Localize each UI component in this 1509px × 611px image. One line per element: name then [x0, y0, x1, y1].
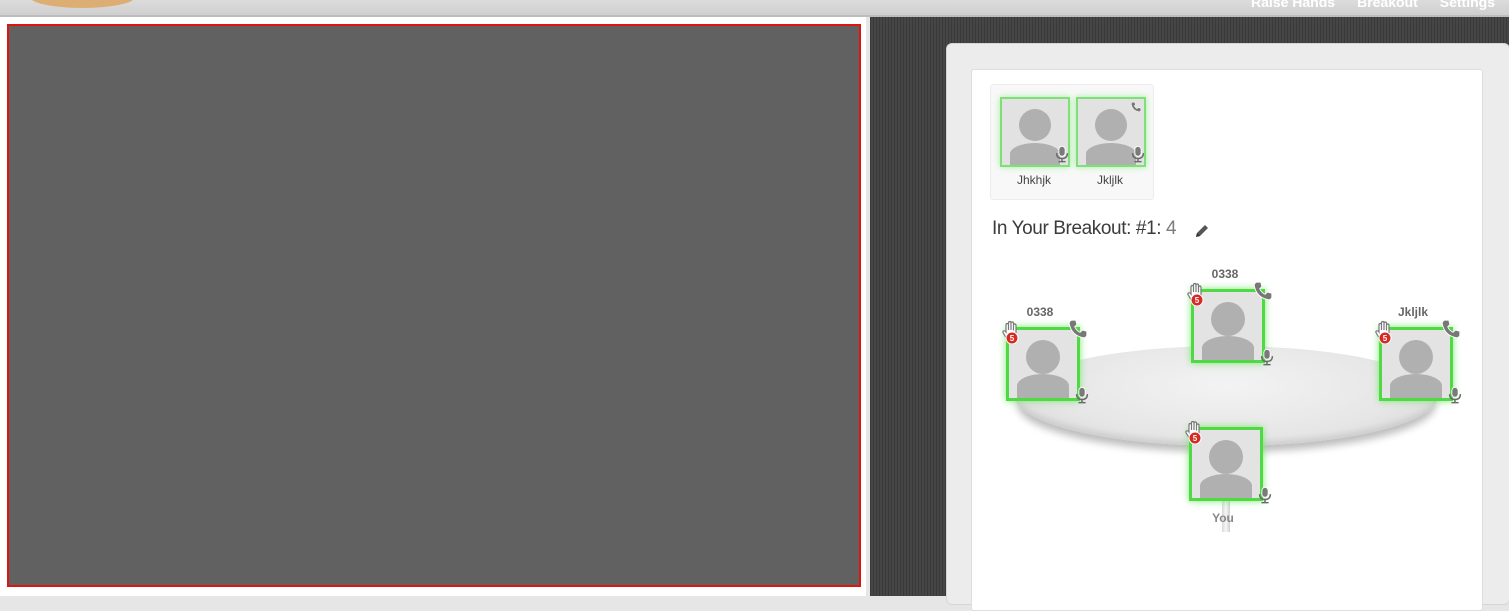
- participant-avatar[interactable]: 5: [1379, 327, 1453, 401]
- participant-name: Jkljlk: [1097, 173, 1123, 187]
- participant-avatar[interactable]: 5: [1189, 427, 1263, 501]
- breakout-label: In Your Breakout:: [992, 218, 1131, 239]
- breakout-panel-content: Jhkhjk Jkljlk In Your Breakout: #1: 4 03…: [971, 69, 1483, 611]
- avatar-head: [1026, 340, 1060, 374]
- participant-avatar[interactable]: 5: [1006, 327, 1080, 401]
- hand-count: 5: [1010, 334, 1015, 343]
- raise-hand-icon: 5: [1001, 320, 1019, 344]
- seat[interactable]: 0338 5: [1187, 267, 1263, 363]
- breakout-menu-item[interactable]: Breakout: [1357, 0, 1418, 10]
- avatar-head: [1211, 302, 1245, 336]
- avatar-head: [1209, 440, 1243, 474]
- mic-icon[interactable]: [1053, 145, 1071, 163]
- raise-hands-menu-item[interactable]: Raise Hands: [1251, 0, 1335, 10]
- hand-count: 5: [1193, 434, 1198, 443]
- participant-avatar[interactable]: [1000, 97, 1070, 167]
- settings-menu-item[interactable]: Settings: [1440, 0, 1495, 10]
- breakout-panel: Jhkhjk Jkljlk In Your Breakout: #1: 4 03…: [946, 43, 1509, 611]
- video-stage[interactable]: [7, 24, 861, 587]
- phone-icon: [1130, 101, 1142, 113]
- breakout-heading: In Your Breakout: #1: 4: [992, 218, 1177, 240]
- seat[interactable]: 0338 5: [1002, 305, 1078, 401]
- top-nav: Raise Hands Breakout Settings: [1251, 0, 1495, 10]
- participant-card[interactable]: Jhkhjk: [1000, 97, 1070, 187]
- seat-you[interactable]: 5 You: [1185, 427, 1261, 527]
- mic-icon[interactable]: [1073, 386, 1091, 404]
- mic-icon[interactable]: [1256, 486, 1274, 504]
- breakout-pane: Jhkhjk Jkljlk In Your Breakout: #1: 4 03…: [870, 17, 1509, 611]
- participant-avatar[interactable]: 5: [1191, 289, 1265, 363]
- avatar-body: [1202, 336, 1254, 360]
- participant-avatar[interactable]: [1076, 97, 1146, 167]
- top-toolbar: Raise Hands Breakout Settings: [0, 0, 1509, 17]
- seat-name: You: [1212, 511, 1234, 525]
- phone-icon[interactable]: [1252, 280, 1274, 302]
- hand-count: 5: [1195, 296, 1200, 305]
- phone-icon[interactable]: [1067, 318, 1089, 340]
- raise-hand-icon: 5: [1184, 420, 1202, 444]
- breakout-participant-count: 4: [1166, 218, 1177, 239]
- raise-hand-icon: 5: [1374, 320, 1392, 344]
- hand-count: 5: [1383, 334, 1388, 343]
- seat[interactable]: Jkljlk 5: [1375, 305, 1451, 401]
- participant-card[interactable]: Jkljlk: [1076, 97, 1146, 187]
- avatar-head: [1399, 340, 1433, 374]
- breakout-room-number: #1: [1135, 218, 1157, 239]
- mic-icon[interactable]: [1129, 145, 1147, 163]
- avatar-body: [1017, 374, 1069, 398]
- avatar-body: [1390, 374, 1442, 398]
- video-pane: [0, 17, 866, 596]
- participant-name: Jhkhjk: [1016, 173, 1051, 187]
- raise-hand-icon: 5: [1186, 282, 1204, 306]
- mic-icon[interactable]: [1258, 348, 1276, 366]
- avatar-head: [1095, 109, 1127, 141]
- unassigned-participants-strip: Jhkhjk Jkljlk: [990, 84, 1154, 200]
- breakout-separator: :: [1156, 218, 1162, 239]
- app-logo: [30, 0, 135, 8]
- mic-icon[interactable]: [1446, 386, 1464, 404]
- avatar-head: [1019, 109, 1051, 141]
- avatar-body: [1200, 474, 1252, 498]
- pencil-icon[interactable]: [1194, 223, 1210, 239]
- phone-icon[interactable]: [1440, 318, 1462, 340]
